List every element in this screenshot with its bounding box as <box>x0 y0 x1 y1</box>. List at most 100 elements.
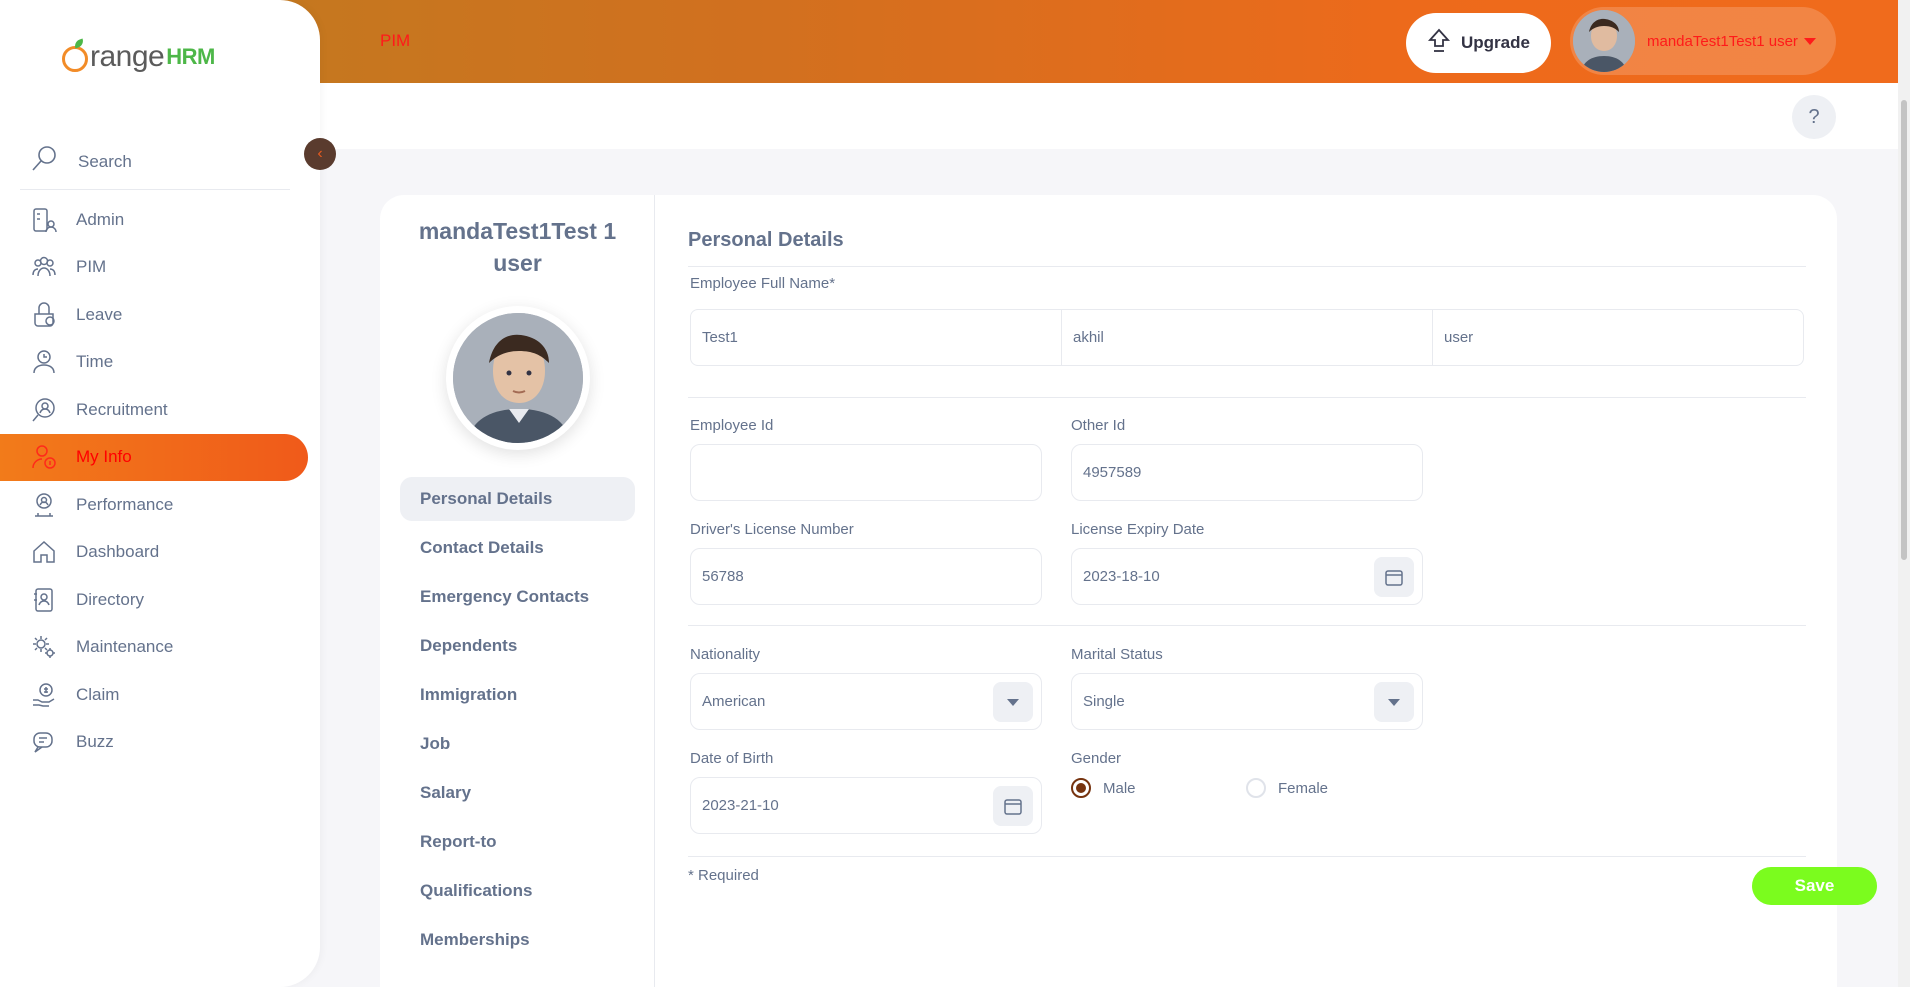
claim-icon <box>30 681 58 709</box>
sidebar-item-label: PIM <box>76 257 107 277</box>
tab-emergency-contacts[interactable]: Emergency Contacts <box>400 575 635 619</box>
other-id-label: Other Id <box>1071 417 1126 434</box>
upgrade-label: Upgrade <box>1461 33 1530 52</box>
required-note: * Required <box>688 867 759 884</box>
calendar-icon[interactable] <box>993 786 1033 826</box>
dob-input[interactable]: 2023-21-10 <box>690 777 1042 834</box>
brand-hrm-text: HRM <box>166 44 215 69</box>
sidebar-item-label: Dashboard <box>76 542 160 562</box>
nationality-label: Nationality <box>690 646 761 663</box>
sub-header: ? <box>262 83 1898 149</box>
license-input[interactable]: 56788 <box>690 548 1042 605</box>
other-id-input[interactable]: 4957589 <box>1071 444 1423 501</box>
tab-immigration[interactable]: Immigration <box>400 673 635 717</box>
upgrade-icon <box>1427 28 1451 59</box>
tab-personal-details[interactable]: Personal Details <box>400 477 635 521</box>
module-title: PIM <box>380 31 411 50</box>
sidebar-item-buzz[interactable]: Buzz <box>0 719 320 767</box>
sidebar-item-my-info[interactable]: My Info <box>0 433 308 481</box>
search-label: Search <box>78 151 132 171</box>
search-icon <box>30 145 58 178</box>
scrollbar-thumb[interactable] <box>1901 100 1907 560</box>
page-scrollbar[interactable] <box>1898 0 1910 987</box>
section-divider <box>688 625 1806 626</box>
sidebar-item-recruitment[interactable]: Recruitment <box>0 386 320 434</box>
sidebar-item-pim[interactable]: PIM <box>0 244 320 292</box>
other-id-field: Other Id 4957589 <box>1071 417 1423 501</box>
sidebar-item-label: Performance <box>76 494 174 514</box>
gender-female-label: Female <box>1278 779 1329 797</box>
marital-status-label: Marital Status <box>1071 646 1163 663</box>
tab-salary[interactable]: Salary <box>400 771 635 815</box>
middle-name-input[interactable]: akhil <box>1062 310 1433 365</box>
marital-status-value: Single <box>1083 693 1125 710</box>
license-expiry-field: License Expiry Date 2023-18-10 <box>1071 521 1423 605</box>
upgrade-button[interactable]: Upgrade <box>1406 13 1551 73</box>
marital-status-select[interactable]: Single <box>1071 673 1423 730</box>
sidebar-item-dashboard[interactable]: Dashboard <box>0 529 320 577</box>
dob-label: Date of Birth <box>690 750 774 767</box>
license-expiry-input[interactable]: 2023-18-10 <box>1071 548 1423 605</box>
nationality-value: American <box>702 693 766 710</box>
performance-icon <box>30 491 58 519</box>
nationality-select[interactable]: American <box>690 673 1042 730</box>
tab-report-to[interactable]: Report-to <box>400 820 635 864</box>
question-icon: ? <box>1808 105 1820 128</box>
section-divider <box>688 397 1806 398</box>
employee-name: mandaTest1Test 1 user <box>418 218 617 276</box>
sidebar-item-leave[interactable]: Leave <box>0 291 320 339</box>
tab-contact-details[interactable]: Contact Details <box>400 526 635 570</box>
last-name-input[interactable]: user <box>1433 310 1803 365</box>
sidebar-item-admin[interactable]: Admin <box>0 196 320 244</box>
nationality-field: Nationality American <box>690 646 1042 730</box>
calendar-icon[interactable] <box>1374 557 1414 597</box>
tab-memberships[interactable]: Memberships <box>400 918 635 962</box>
user-name: mandaTest1Test1 user <box>1647 32 1798 50</box>
brand-text: range <box>90 40 165 73</box>
leave-icon <box>30 301 58 329</box>
save-button[interactable]: Save <box>1752 867 1877 905</box>
help-button[interactable]: ? <box>1792 95 1836 139</box>
dashboard-icon <box>30 538 58 566</box>
section-divider <box>688 856 1806 857</box>
topbar: PIM Upgrade mandaTest1Test1 user <box>262 0 1898 83</box>
pim-icon <box>30 253 58 281</box>
dob-field: Date of Birth 2023-21-10 <box>690 750 1042 834</box>
employee-id-field: Employee Id <box>690 417 1042 501</box>
user-dropdown[interactable]: mandaTest1Test1 user <box>1570 7 1836 75</box>
gender-female-radio[interactable]: Female <box>1246 778 1328 798</box>
first-name-input[interactable]: Test1 <box>691 310 1062 365</box>
sidebar-item-label: Admin <box>76 209 125 229</box>
chevron-down-icon <box>993 682 1033 722</box>
sidebar-item-label: Leave <box>76 304 123 324</box>
collapse-sidebar-button[interactable]: ‹ <box>304 138 336 170</box>
sidebar-search[interactable]: Search <box>20 134 290 190</box>
gender-male-radio[interactable]: Male <box>1071 778 1246 798</box>
employee-id-input[interactable] <box>690 444 1042 501</box>
gender-male-label: Male <box>1103 779 1136 797</box>
sidebar-item-directory[interactable]: Directory <box>0 576 320 624</box>
orangehrm-logo[interactable]: range HRM <box>62 40 215 74</box>
tab-qualifications[interactable]: Qualifications <box>400 869 635 913</box>
buzz-icon <box>30 728 58 756</box>
employee-card: mandaTest1Test 1 user Personal Details C… <box>380 195 1877 987</box>
sidebar-item-performance[interactable]: Performance <box>0 481 320 529</box>
profile-panel: mandaTest1Test 1 user Personal Details C… <box>380 195 655 987</box>
sidebar-item-label: Buzz <box>76 732 114 752</box>
my-info-icon <box>30 443 58 471</box>
sidebar-item-maintenance[interactable]: Maintenance <box>0 624 320 672</box>
gender-label: Gender <box>1071 750 1122 767</box>
sidebar-item-claim[interactable]: Claim <box>0 671 320 719</box>
sidebar-item-time[interactable]: Time <box>0 339 320 387</box>
profile-photo[interactable] <box>446 306 590 450</box>
tab-dependents[interactable]: Dependents <box>400 624 635 668</box>
dob-value: 2023-21-10 <box>702 797 779 814</box>
main-menu: Admin PIM Leave Time Recruitment My Info… <box>0 196 320 766</box>
profile-tabs: Personal Details Contact Details Emergen… <box>400 477 635 967</box>
orange-logo-icon <box>62 46 88 72</box>
tab-job[interactable]: Job <box>400 722 635 766</box>
sidebar-item-label: Recruitment <box>76 399 168 419</box>
radio-unchecked-icon <box>1246 778 1266 798</box>
license-label: Driver's License Number <box>690 521 854 538</box>
sidebar: range HRM Search Admin PIM Leave Time Rec… <box>0 0 320 987</box>
